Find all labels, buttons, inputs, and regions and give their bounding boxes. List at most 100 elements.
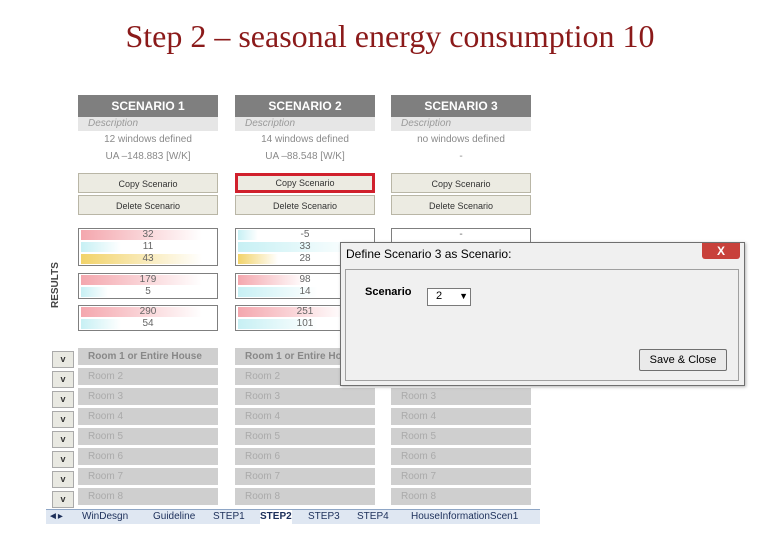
room-item[interactable]: Room 4 <box>235 408 375 425</box>
room-item[interactable]: Room 3 <box>235 388 375 405</box>
scenario-column-3: SCENARIO 3 Description no windows defined -… <box>391 95 531 215</box>
result-value: 33 <box>299 241 311 252</box>
result-row: 5 <box>79 286 217 298</box>
result-row: 290 <box>79 306 217 318</box>
expand-room-button[interactable]: v <box>52 411 74 428</box>
expand-room-button[interactable]: v <box>52 491 74 508</box>
expand-room-button[interactable]: v <box>52 351 74 368</box>
scenario-header: SCENARIO 3 <box>391 95 531 117</box>
copy-scenario-button[interactable]: Copy Scenario <box>78 173 218 193</box>
copy-scenario-button[interactable]: Copy Scenario <box>391 173 531 193</box>
room-item[interactable]: Room 4 <box>78 408 218 425</box>
results-box: 179 5 <box>78 273 218 299</box>
expand-column: vvvvvvvv <box>52 348 74 508</box>
result-row: 179 <box>79 274 217 286</box>
result-bar <box>238 230 258 240</box>
result-value: 251 <box>296 306 314 317</box>
scenario-label: Scenario <box>365 286 412 298</box>
result-value: 179 <box>139 274 157 285</box>
result-row: 32 <box>79 229 217 241</box>
room-item[interactable]: Room 6 <box>235 448 375 465</box>
scenario-column-2: SCENARIO 2 Description 14 windows defined U… <box>235 95 375 215</box>
room-item[interactable]: Room 7 <box>235 468 375 485</box>
results-box: 290 54 <box>78 305 218 331</box>
result-bar <box>238 275 305 285</box>
slide-title: Step 2 – seasonal energy consumption 10 <box>125 18 655 54</box>
sheet-tab[interactable]: STEP2 <box>260 510 292 524</box>
result-value: 5 <box>145 286 151 297</box>
result-value: 54 <box>142 318 154 329</box>
windows-info: no windows defined <box>391 131 531 148</box>
room-item[interactable]: Room 8 <box>391 488 531 505</box>
save-close-button[interactable]: Save & Close <box>639 349 727 371</box>
room-item[interactable]: Room 6 <box>78 448 218 465</box>
scenario-header: SCENARIO 2 <box>235 95 375 117</box>
room-item[interactable]: Room 1 or Entire House <box>78 348 218 365</box>
expand-room-button[interactable]: v <box>52 391 74 408</box>
room-item[interactable]: Room 5 <box>78 428 218 445</box>
sheet-tab[interactable]: WinDesgn <box>82 510 128 524</box>
ua-value: - <box>391 148 531 165</box>
result-value: 14 <box>299 286 311 297</box>
sheet-tabs: ◄▸ WinDesgn Guideline STEP1 STEP2 STEP3 STEP4 H… <box>46 509 540 524</box>
room-item[interactable]: Room 2 <box>78 368 218 385</box>
close-button[interactable]: X <box>702 243 740 259</box>
result-bar <box>81 242 121 252</box>
define-scenario-dialog: Define Scenario 3 as Scenario: X Scenari… <box>340 242 745 386</box>
result-value: 101 <box>296 318 314 329</box>
delete-scenario-button[interactable]: Delete Scenario <box>235 195 375 215</box>
sheet-tab[interactable]: STEP4 <box>357 510 389 524</box>
results-box: 32 11 43 <box>78 228 218 266</box>
sheet-tab[interactable]: HouseInformationScen1 <box>411 510 518 524</box>
description-label: Description <box>235 117 375 131</box>
rooms-list: Room 1 or Entire House Room 2 Room 3 Room 4… <box>78 345 218 505</box>
room-item[interactable]: Room 5 <box>391 428 531 445</box>
result-value: 290 <box>139 306 157 317</box>
scenario-header: SCENARIO 1 <box>78 95 218 117</box>
result-row: 11 <box>79 241 217 253</box>
copy-scenario-button[interactable]: Copy Scenario <box>235 173 375 193</box>
result-row: -5 <box>236 229 374 241</box>
result-value: 32 <box>142 229 154 240</box>
dialog-title: Define Scenario 3 as Scenario: <box>346 247 512 261</box>
result-value: -5 <box>300 229 310 240</box>
room-item[interactable]: Room 7 <box>391 468 531 485</box>
result-value: 28 <box>299 253 311 264</box>
windows-info: 14 windows defined <box>235 131 375 148</box>
result-bar <box>238 254 278 264</box>
results-label: RESULTS <box>50 262 61 308</box>
ua-value: UA –88.548 [W/K] <box>235 148 375 165</box>
tab-nav-arrows-icon[interactable]: ◄▸ <box>48 510 63 524</box>
expand-room-button[interactable]: v <box>52 431 74 448</box>
result-value: 11 <box>142 241 154 252</box>
scenario-value: 2 <box>436 290 443 302</box>
description-label: Description <box>78 117 218 131</box>
expand-room-button[interactable]: v <box>52 371 74 388</box>
room-item[interactable]: Room 8 <box>78 488 218 505</box>
room-item[interactable]: Room 8 <box>235 488 375 505</box>
scenario-select[interactable]: 2 ▼ <box>427 288 471 306</box>
description-label: Description <box>391 117 531 131</box>
room-item[interactable]: Room 6 <box>391 448 531 465</box>
room-item[interactable]: Room 5 <box>235 428 375 445</box>
ua-value: UA –148.883 [W/K] <box>78 148 218 165</box>
sheet-tab[interactable]: Guideline <box>153 510 195 524</box>
room-item[interactable]: Room 4 <box>391 408 531 425</box>
chevron-down-icon[interactable]: ▼ <box>459 291 468 301</box>
delete-scenario-button[interactable]: Delete Scenario <box>391 195 531 215</box>
result-row: 54 <box>79 318 217 330</box>
room-item[interactable]: Room 3 <box>391 388 531 405</box>
result-row: 43 <box>79 253 217 265</box>
sheet-tab[interactable]: STEP1 <box>213 510 245 524</box>
result-value: 98 <box>299 274 311 285</box>
result-bar <box>81 287 108 297</box>
room-item[interactable]: Room 7 <box>78 468 218 485</box>
scenario-column-1: SCENARIO 1 Description 12 windows defined U… <box>78 95 218 215</box>
result-bar <box>81 319 121 329</box>
sheet-tab[interactable]: STEP3 <box>308 510 340 524</box>
result-bar <box>238 307 345 317</box>
room-item[interactable]: Room 3 <box>78 388 218 405</box>
delete-scenario-button[interactable]: Delete Scenario <box>78 195 218 215</box>
expand-room-button[interactable]: v <box>52 471 74 488</box>
expand-room-button[interactable]: v <box>52 451 74 468</box>
